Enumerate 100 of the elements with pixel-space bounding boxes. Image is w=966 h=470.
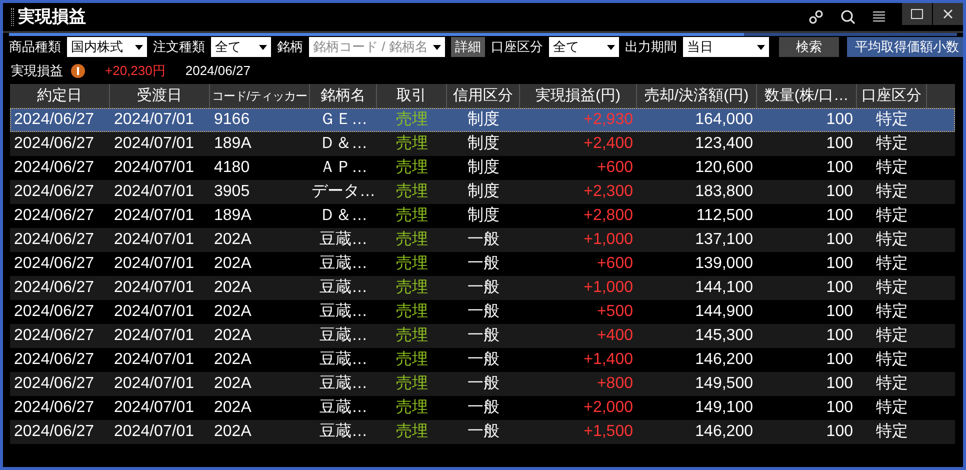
table-cell-text: 145,300 xyxy=(694,326,754,346)
table-cell-text: 制度 xyxy=(466,206,500,226)
table-cell-text: 特定 xyxy=(875,278,909,298)
table-cell-text: 2024/06/27 xyxy=(13,158,96,178)
table-cell-text: 202A xyxy=(213,374,252,394)
table-cell-text: +600 xyxy=(596,158,634,178)
table-cell-text: 豆蔵… xyxy=(318,254,368,274)
drag-handle-icon[interactable] xyxy=(11,8,14,26)
table-cell-text: 特定 xyxy=(875,158,909,178)
average-price-button[interactable]: 平均取得価額小数 xyxy=(847,37,963,57)
search-button[interactable]: 検索 xyxy=(779,37,839,57)
table-row[interactable]: 2024/06/27 2024/07/01 189A Ｄ＆… 売埋 制度 +2,400 123,400 100 特定 xyxy=(10,132,955,156)
table-cell-text: 特定 xyxy=(875,326,909,346)
table-cell-text: 売埋 xyxy=(395,374,429,394)
table-cell-text: 202A xyxy=(213,230,252,250)
table-cell-text: 豆蔵… xyxy=(318,326,368,346)
table-cell-text: 2024/07/01 xyxy=(113,110,196,130)
table-cell-text: 2024/06/27 xyxy=(13,182,96,202)
dropdown-arrow-icon xyxy=(757,44,765,50)
table-cell-text: 一般 xyxy=(466,374,500,394)
table-cell-text: 202A xyxy=(213,350,252,370)
table-cell-text: 183,800 xyxy=(694,182,754,202)
table-cell-text: 4180 xyxy=(213,158,251,178)
dropdown-field[interactable]: 全て xyxy=(211,37,271,57)
table-cell-text: +1,400 xyxy=(582,350,634,370)
table-cell-text: +1,000 xyxy=(582,230,634,250)
table-cell-text: 2024/06/27 xyxy=(13,134,96,154)
filter-label: 口座区分 xyxy=(491,38,543,56)
table-cell-text: 2024/06/27 xyxy=(13,206,96,226)
table-cell-text: 売埋 xyxy=(395,422,429,442)
table-row[interactable]: 2024/06/27 2024/07/01 202A 豆蔵… 売埋 一般 +400 145,300 100 特定 xyxy=(10,324,955,348)
table-cell-text: 2024/07/01 xyxy=(113,206,196,226)
maximize-button[interactable] xyxy=(902,3,932,25)
table-cell-text: 100 xyxy=(825,134,854,154)
table-row[interactable]: 2024/06/27 2024/07/01 202A 豆蔵… 売埋 一般 +1,500 146,200 100 特定 xyxy=(10,420,955,444)
table-cell-text: 2024/06/27 xyxy=(13,350,96,370)
table-cell-text: 2024/07/01 xyxy=(113,182,196,202)
table-cell-text: 100 xyxy=(825,302,854,322)
table-cell-text: 146,200 xyxy=(694,422,754,442)
table-cell-text: 2024/06/27 xyxy=(13,278,96,298)
table-cell-text: 2024/06/27 xyxy=(13,230,96,250)
table-cell-text: 9166 xyxy=(213,110,251,130)
close-button[interactable] xyxy=(933,3,963,25)
table-cell-text: 一般 xyxy=(466,254,500,274)
table-cell-text: 139,000 xyxy=(694,254,754,274)
table-row[interactable]: 2024/06/27 2024/07/01 9166 ＧＥ… 売埋 制度 +2,930 164,000 100 特定 xyxy=(10,108,955,132)
table-cell-text: 164,000 xyxy=(694,110,754,130)
table-row[interactable]: 2024/06/27 2024/07/01 202A 豆蔵… 売埋 一般 +1,000 144,100 100 特定 xyxy=(10,276,955,300)
table-cell-text: 189A xyxy=(213,206,252,226)
dropdown-field[interactable]: 全て xyxy=(549,37,619,57)
table-cell-text: 豆蔵… xyxy=(318,422,368,442)
table-cell-text: 2024/07/01 xyxy=(113,254,196,274)
table-cell-text: 豆蔵… xyxy=(318,230,368,250)
table-cell-text: 100 xyxy=(825,206,854,226)
table-cell-text: 特定 xyxy=(875,254,909,274)
table-cell-text: 100 xyxy=(825,326,854,346)
table-cell-text: 202A xyxy=(213,302,252,322)
table-cell-text: 144,100 xyxy=(694,278,754,298)
table-cell-text: 144,900 xyxy=(694,302,754,322)
dropdown-field[interactable]: 国内株式 xyxy=(67,37,147,57)
menu-icon[interactable] xyxy=(872,10,886,24)
table-cell-text: 100 xyxy=(825,182,854,202)
table-cell-text: 2024/06/27 xyxy=(13,254,96,274)
table-cell-text: 2024/07/01 xyxy=(113,278,196,298)
table-cell-text: 202A xyxy=(213,326,252,346)
table-cell-text: 制度 xyxy=(466,158,500,178)
table-cell-text: +2,930 xyxy=(582,110,634,130)
table-cell-text: +2,300 xyxy=(582,182,634,202)
table-cell-text: 売埋 xyxy=(395,158,429,178)
filter-label: 出力期間 xyxy=(625,38,677,56)
table-cell-text: 売埋 xyxy=(395,110,429,130)
table-cell-text: +2,400 xyxy=(582,134,634,154)
dropdown-arrow-icon xyxy=(433,44,441,50)
table-row[interactable]: 2024/06/27 2024/07/01 3905 データ… 売埋 制度 +2,300 183,800 100 特定 xyxy=(10,180,955,204)
table-cell-text: 制度 xyxy=(466,110,500,130)
table-cell-text: 特定 xyxy=(875,230,909,250)
table-cell-text: 202A xyxy=(213,278,252,298)
table-cell-text: 2024/07/01 xyxy=(113,134,196,154)
table-cell-text: 112,500 xyxy=(695,206,754,226)
dropdown-arrow-icon xyxy=(135,44,143,50)
table-cell-text: 特定 xyxy=(875,182,909,202)
summary-date: 2024/06/27 xyxy=(185,62,250,80)
table-row[interactable]: 2024/06/27 2024/07/01 202A 豆蔵… 売埋 一般 +1,000 137,100 100 特定 xyxy=(10,228,955,252)
table-cell-text: 一般 xyxy=(466,278,500,298)
dropdown-field[interactable]: 銘柄コード / 銘柄名 xyxy=(309,37,445,57)
table-row[interactable]: 2024/06/27 2024/07/01 202A 豆蔵… 売埋 一般 +800 149,500 100 特定 xyxy=(10,372,955,396)
table-cell-text: +2,000 xyxy=(582,398,634,418)
table-cell-text: 2024/06/27 xyxy=(13,110,96,130)
table-cell-text: 2024/06/27 xyxy=(13,422,96,442)
table-cell-text: 100 xyxy=(825,158,854,178)
search-icon[interactable] xyxy=(840,9,856,25)
link-icon[interactable] xyxy=(808,9,824,25)
table-cell-text: 2024/06/27 xyxy=(13,302,96,322)
warning-icon[interactable] xyxy=(71,64,85,78)
table-cell-text: 豆蔵… xyxy=(318,350,368,370)
summary-label: 実現損益 xyxy=(11,62,63,80)
detail-button[interactable]: 詳細 xyxy=(451,37,485,57)
table-cell-text: 特定 xyxy=(875,302,909,322)
dropdown-field[interactable]: 当日 xyxy=(683,37,769,57)
table-cell-text: 売埋 xyxy=(395,326,429,346)
